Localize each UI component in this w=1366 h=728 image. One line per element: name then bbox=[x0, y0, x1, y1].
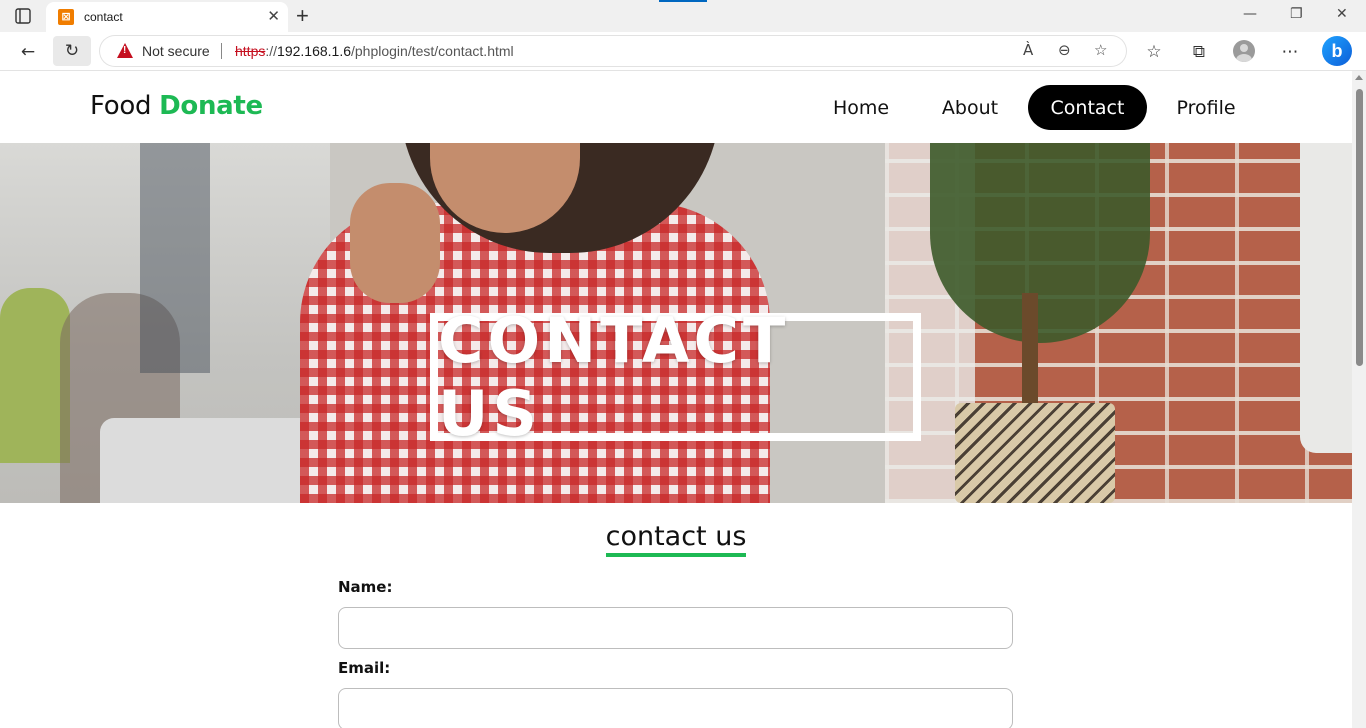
zoom-out-icon[interactable]: ⊖ bbox=[1058, 41, 1071, 59]
site-logo[interactable]: Food Donate bbox=[90, 91, 263, 121]
profile-avatar-icon[interactable] bbox=[1233, 40, 1255, 62]
xampp-favicon-icon: ⊠ bbox=[58, 9, 74, 25]
more-options-icon[interactable]: ⋯ bbox=[1277, 39, 1303, 65]
tab-drag-indicator bbox=[659, 0, 707, 2]
favorites-icon[interactable]: ☆ bbox=[1141, 39, 1167, 65]
email-field[interactable] bbox=[338, 688, 1013, 728]
nav-contact[interactable]: Contact bbox=[1028, 85, 1147, 130]
logo-main-text: Food bbox=[90, 91, 160, 121]
back-icon[interactable]: ← bbox=[15, 39, 41, 65]
name-field[interactable] bbox=[338, 607, 1013, 649]
page-scrollbar[interactable] bbox=[1352, 71, 1366, 728]
refresh-icon[interactable]: ↻ bbox=[53, 36, 91, 66]
tab-close-icon[interactable]: ✕ bbox=[267, 7, 280, 25]
contact-heading-text: contact us bbox=[605, 521, 747, 557]
url-host: 192.168.1.6 bbox=[277, 43, 351, 59]
site-header: Food Donate Home About Contact Profile bbox=[0, 71, 1352, 143]
address-bar[interactable]: Not secure https://192.168.1.6/phplogin/… bbox=[100, 36, 1126, 66]
browser-tab[interactable]: ⊠ contact ✕ bbox=[46, 2, 288, 32]
web-page: Food Donate Home About Contact Profile C… bbox=[0, 71, 1352, 728]
name-label: Name: bbox=[338, 578, 393, 596]
nav-home[interactable]: Home bbox=[815, 85, 907, 130]
contact-heading: contact us bbox=[0, 521, 1352, 557]
scroll-thumb[interactable] bbox=[1356, 89, 1363, 366]
url-separator: :// bbox=[265, 43, 278, 59]
hero-title: CONTACT US bbox=[438, 304, 790, 450]
restore-icon[interactable]: ❐ bbox=[1290, 6, 1303, 22]
browser-toolbar: ← ↻ Not secure https://192.168.1.6/phplo… bbox=[0, 32, 1366, 71]
tab-title: contact bbox=[84, 10, 123, 24]
read-aloud-icon[interactable]: À bbox=[1023, 41, 1033, 59]
hero-banner: CONTACT US bbox=[0, 143, 1352, 503]
email-label: Email: bbox=[338, 659, 391, 677]
minimize-icon[interactable]: — bbox=[1243, 6, 1257, 22]
url-path: /phplogin/test/contact.html bbox=[351, 43, 514, 59]
nav-about[interactable]: About bbox=[925, 85, 1015, 130]
bing-copilot-icon[interactable]: b bbox=[1322, 36, 1352, 66]
address-divider bbox=[221, 43, 222, 59]
collections-icon[interactable]: ⧉ bbox=[1186, 39, 1212, 65]
browser-tab-strip: ⊠ contact ✕ + — ❐ ✕ bbox=[0, 0, 1366, 32]
security-status[interactable]: Not secure bbox=[142, 43, 210, 59]
hero-title-frame: CONTACT US bbox=[430, 304, 921, 450]
url-text[interactable]: https://192.168.1.6/phplogin/test/contac… bbox=[235, 43, 514, 59]
warning-icon[interactable] bbox=[117, 43, 133, 58]
add-favorite-icon[interactable]: ☆ bbox=[1094, 41, 1107, 59]
scroll-up-icon[interactable] bbox=[1355, 75, 1363, 80]
window-close-icon[interactable]: ✕ bbox=[1336, 6, 1348, 22]
tab-actions-icon[interactable] bbox=[14, 7, 32, 25]
nav-profile[interactable]: Profile bbox=[1160, 85, 1252, 130]
logo-accent-text: Donate bbox=[159, 91, 263, 121]
new-tab-icon[interactable]: + bbox=[296, 3, 309, 29]
url-scheme: https bbox=[235, 43, 266, 59]
